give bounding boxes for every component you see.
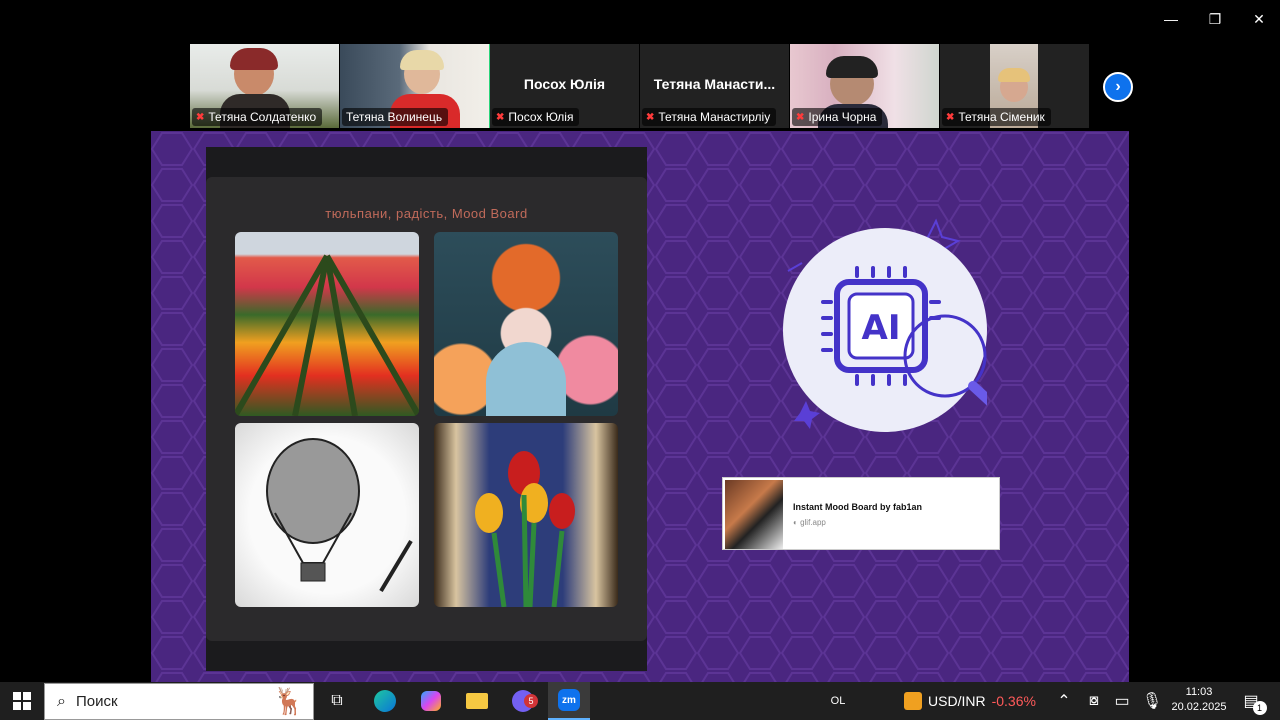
participant-label: ✖ Тетяна Манастирліу (642, 108, 777, 126)
participant-display-name: Посох Юлія (523, 76, 606, 92)
mood-board-panel: тюльпани, радість, Mood Board (206, 147, 647, 671)
language-indicator[interactable]: OL (826, 682, 850, 720)
task-view-button[interactable]: ⧉ (322, 682, 352, 720)
glif-logo-icon: ◐ (793, 518, 801, 527)
participant-label: ✖ Тетяна Сіменик (942, 108, 1051, 126)
mic-muted-icon: ✖ (796, 111, 805, 123)
search-icon: ⌕ (57, 692, 66, 710)
participant-name: Тетяна Сіменик (958, 110, 1045, 124)
mood-board-card: тюльпани, радість, Mood Board (206, 177, 647, 641)
participant-tile[interactable]: ✖ Ірина Чорна (790, 44, 940, 128)
viber-badge: 5 (524, 694, 538, 708)
participant-name: Тетяна Манастирліу (658, 110, 771, 124)
zoom-button[interactable]: zm (548, 682, 590, 720)
flower-woman-image (434, 232, 618, 416)
glif-card-source: ◐ glif.app (793, 518, 826, 527)
taskbar-search[interactable]: ⌕ Поиск 🦌 (44, 683, 314, 720)
stained-glass-tulips (475, 451, 575, 607)
notification-icon: ▤ 1 (1243, 691, 1267, 715)
folder-icon (466, 693, 488, 709)
glif-link-card[interactable]: Instant Mood Board by fab1an ◐ glif.app (722, 477, 1000, 550)
search-placeholder: Поиск (75, 693, 118, 710)
hot-air-balloon-image (235, 423, 419, 607)
glif-card-title: Instant Mood Board by fab1an (793, 502, 923, 512)
participant-label: ✖ Посох Юлія (492, 108, 580, 126)
battery-icon: ▭ (1114, 693, 1130, 710)
deer-decoration-icon: 🦌 (272, 686, 305, 716)
tray-app-button[interactable]: ⧇ (1082, 682, 1106, 720)
glif-source-text: glif.app (800, 518, 826, 527)
participant-tile[interactable]: Тетяна Волинець (340, 44, 490, 128)
participant-tile[interactable]: Тетяна Манасти... ✖ Тетяна Манастирліу (640, 44, 790, 128)
edge-icon (374, 690, 396, 712)
ai-label: AI (861, 308, 901, 348)
show-hidden-icons-button[interactable]: ⌃ (1052, 682, 1076, 720)
mic-muted-icon: ✖ (946, 111, 955, 123)
mood-board-title: тюльпани, радість, Mood Board (325, 206, 528, 221)
battery-button[interactable]: ▭ (1110, 682, 1134, 720)
notifications-button[interactable]: ▤ 1 (1236, 682, 1267, 720)
copilot-icon (421, 691, 441, 711)
maximize-button[interactable]: ❐ (1195, 6, 1235, 32)
zoom-icon: zm (558, 689, 580, 711)
taskbar: ⌕ Поиск 🦌 ⧉ 5 zm OL USD/INR -0.36% ⌃ ⧇ ▭… (0, 682, 1280, 720)
system-clock[interactable]: 11:03 20.02.2025 (1170, 685, 1228, 715)
notification-badge: 1 (1252, 701, 1267, 715)
participant-label: ✖ Ірина Чорна (792, 108, 883, 126)
ticker-symbol: USD/INR (928, 693, 986, 709)
device-icon: ⧇ (1088, 692, 1100, 709)
viber-icon: 5 (512, 690, 538, 712)
participant-name: Тетяна Солдатенко (208, 110, 317, 124)
microphone-button[interactable]: 🎙 (1140, 682, 1164, 720)
ticker-icon (904, 692, 923, 710)
participant-label: Тетяна Волинець (342, 108, 449, 126)
start-button[interactable] (0, 682, 44, 720)
participant-tile[interactable]: Посох Юлія ✖ Посох Юлія (490, 44, 640, 128)
clock-date: 20.02.2025 (1171, 701, 1227, 713)
copilot-button[interactable] (410, 682, 452, 720)
glif-thumbnail (725, 480, 783, 549)
participant-strip: ✖ Тетяна Солдатенко Тетяна Волинець Посох… (190, 44, 1090, 128)
mic-muted-icon: ✖ (196, 111, 205, 123)
tulip-rows-decoration (235, 254, 419, 416)
participant-name: Ірина Чорна (808, 110, 877, 124)
next-page-button[interactable]: › (1103, 72, 1133, 102)
zoom-window: — ❐ ✕ ✖ Тетяна Солдатенко Тетяна Волинець… (0, 0, 1280, 682)
edge-button[interactable] (364, 682, 406, 720)
ai-circle: AI (783, 228, 1002, 432)
participant-tile[interactable]: ✖ Тетяна Солдатенко (190, 44, 340, 128)
viber-button[interactable]: 5 (502, 682, 544, 720)
participant-display-name: Тетяна Манасти... (653, 76, 776, 92)
windows-logo-icon (13, 692, 31, 710)
mic-muted-icon: ✖ (646, 111, 655, 123)
participant-name: Посох Юлія (508, 110, 574, 124)
stained-glass-tulips-image (434, 423, 618, 607)
clock-time: 11:03 (1185, 686, 1213, 698)
stock-ticker-widget[interactable]: USD/INR -0.36% (900, 682, 1040, 720)
tulip-field-image (235, 232, 419, 416)
chevron-up-icon: ⌃ (1057, 693, 1071, 710)
participant-label: ✖ Тетяна Солдатенко (192, 108, 323, 126)
balloon-sketch (266, 438, 413, 593)
shared-screen: тюльпани, радість, Mood Board AI Instant… (151, 131, 1129, 682)
chevron-right-icon: › (1115, 78, 1121, 95)
close-button[interactable]: ✕ (1239, 6, 1279, 32)
ticker-change: -0.36% (991, 693, 1036, 709)
minimize-button[interactable]: — (1151, 6, 1191, 32)
participant-tile[interactable]: ✖ Тетяна Сіменик (940, 44, 1090, 128)
task-view-icon: ⧉ (331, 692, 343, 709)
microphone-icon: 🎙 (1141, 693, 1163, 710)
participant-name: Тетяна Волинець (346, 110, 443, 124)
file-explorer-button[interactable] (456, 682, 498, 720)
mic-muted-icon: ✖ (496, 111, 505, 123)
